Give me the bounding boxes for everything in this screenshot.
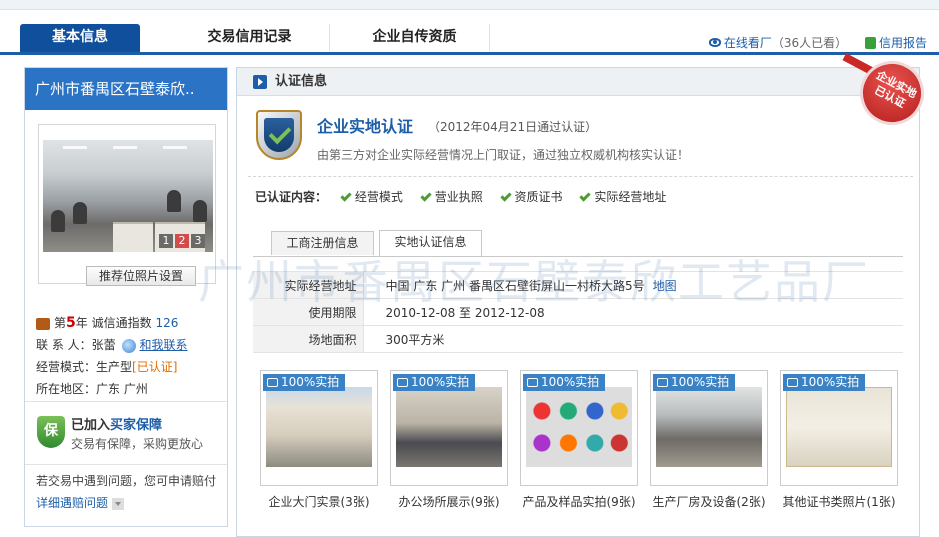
check-icon [420,189,432,202]
cert-item: 营业执照 [420,189,483,204]
real-photo-badge: 100%实拍 [783,374,866,391]
table-row: 使用期限 2010-12-08 至 2012-12-08 [253,298,903,326]
buyer-protection: 保 已加入买家保障 交易有保障，采购更放心 [25,401,227,459]
contact-me-link[interactable]: 和我联系 [139,338,187,352]
thumb-image [526,387,632,467]
viewer-count: （36人已看） [771,36,848,50]
carousel-pager: 123 [157,234,205,248]
factory-photo[interactable]: 123 [43,140,213,252]
real-photo-badge: 100%实拍 [523,374,606,391]
cert-header: 认证信息 [237,68,919,96]
business-mode: 经营模式：生产型[已认证] [36,360,178,374]
buyer-protection-title[interactable]: 已加入买家保障 [71,414,162,433]
thumb-image [266,387,372,467]
worker [73,202,87,224]
cert-shield-icon [256,110,302,160]
thumb-image [656,387,762,467]
table-row: 场地面积 300平方米 [253,325,903,353]
real-photo-badge: 100%实拍 [653,374,736,391]
shield-icon: 保 [37,416,65,448]
pager-1[interactable]: 1 [159,234,173,248]
photo-caption[interactable]: 产品及样品实拍(9张) [509,493,649,510]
tab-trade-credit[interactable]: 交易信用记录 [170,24,330,51]
pager-2[interactable]: 2 [175,234,189,248]
cert-title: 企业实地认证 [317,117,414,136]
lamp [113,146,137,149]
tab-basic-info[interactable]: 基本信息 [20,24,140,52]
row-value: 300平方米 [363,325,903,353]
row-key: 场地面积 [253,325,364,353]
trust-book-icon [36,317,50,330]
top-links: 在线看厂（36人已看） 信用报告 [708,34,927,51]
divider [248,176,913,177]
real-photo-badge: 100%实拍 [393,374,476,391]
row-value: 2010-12-08 至 2012-12-08 [363,298,903,326]
report-icon [864,36,876,49]
thumb-image [786,387,892,467]
online-factory-link[interactable]: 在线看厂 [724,36,772,50]
thumb-image [396,387,502,467]
cert-date: （2012年04月21日通过认证） [428,120,598,134]
row-key: 使用期限 [253,298,364,326]
region: 所在地区：广东 广州 [36,382,148,396]
map-link[interactable]: 地图 [653,279,677,293]
photo-thumb[interactable]: 100%实拍 [260,370,378,486]
arrow-right-icon [253,75,267,89]
company-info: 第5年 诚信通指数 126 联 系 人：张蕾 和我联系 经营模式：生产型[已认证… [36,312,224,400]
cert-item: 经营模式 [340,189,403,204]
photo-thumb[interactable]: 100%实拍 [390,370,508,486]
credit-years: 第5年 诚信通指数 126 [36,312,224,334]
pager-3[interactable]: 3 [191,234,205,248]
verified-badge: [已认证] [132,360,178,374]
subtab-onsite-cert[interactable]: 实地认证信息 [379,230,482,256]
top-strip [0,0,939,10]
subtab-business-registration[interactable]: 工商注册信息 [271,231,374,255]
claim-text: 若交易中遇到问题，您可申请赔付 [36,474,217,488]
cert-item: 实际经营地址 [579,189,666,204]
cert-description: 由第三方对企业实际经营情况上门取证，通过独立权威机构核实认证！ [317,148,690,162]
company-name[interactable]: 广州市番禺区石壁泰欣.. [25,68,227,110]
credit-report-link[interactable]: 信用报告 [879,36,927,50]
photo-caption[interactable]: 其他证书类照片(1张) [769,493,909,510]
photo-caption[interactable]: 生产厂房及设备(2张) [639,493,779,510]
lamp [63,146,87,149]
cert-items: 已认证内容： 经营模式 营业执照 资质证书 实际经营地址 [255,189,667,204]
cert-item: 资质证书 [499,189,563,204]
tab-qualifications[interactable]: 企业自传资质 [340,24,490,51]
claim-detail-link[interactable]: 详细遇赔问题 [36,496,108,510]
chat-icon[interactable] [122,338,137,353]
worker [167,190,181,212]
row-key: 实际经营地址 [253,271,364,299]
worker [51,210,65,232]
eye-icon [708,38,721,47]
check-icon [499,189,512,202]
lamp [163,146,187,149]
tab-bar: 基本信息 交易信用记录 企业自传资质 在线看厂（36人已看） 信用报告 [0,10,939,55]
contact-row: 联 系 人：张蕾 和我联系 [36,338,188,353]
photo-caption[interactable]: 办公场所展示(9张) [379,493,519,510]
sidebar: 广州市番禺区石壁泰欣.. 123 推荐位照片设置 第5年 诚信通指数 126 联… [24,67,228,527]
cert-table: 实际经营地址 中国 广东 广州 番禺区石壁街屏山一村桥大路5号 地图 使用期限 2… [253,271,903,353]
product-box [113,222,153,252]
worker [193,200,207,222]
photo-caption[interactable]: 企业大门实景(3张) [249,493,389,510]
photo-thumb[interactable]: 100%实拍 [520,370,638,486]
subtab-line [253,256,903,257]
chevron-down-icon[interactable] [111,497,124,510]
credit-index-link[interactable]: 126 [155,316,178,330]
buyer-protection-desc: 交易有保障，采购更放心 [71,437,204,451]
table-row: 实际经营地址 中国 广东 广州 番禺区石壁街屏山一村桥大路5号 地图 [253,271,903,299]
photo-thumb[interactable]: 100%实拍 [780,370,898,486]
check-icon [340,189,352,202]
check-icon [579,189,592,202]
photo-carousel: 123 推荐位照片设置 [38,124,216,286]
photo-thumb[interactable]: 100%实拍 [650,370,768,486]
claim-info: 若交易中遇到问题，您可申请赔付 详细遇赔问题 [25,464,227,514]
recommend-photo-button[interactable]: 推荐位照片设置 [86,266,196,286]
real-photo-badge: 100%实拍 [263,374,346,391]
row-value: 中国 广东 广州 番禺区石壁街屏山一村桥大路5号 地图 [363,271,903,299]
